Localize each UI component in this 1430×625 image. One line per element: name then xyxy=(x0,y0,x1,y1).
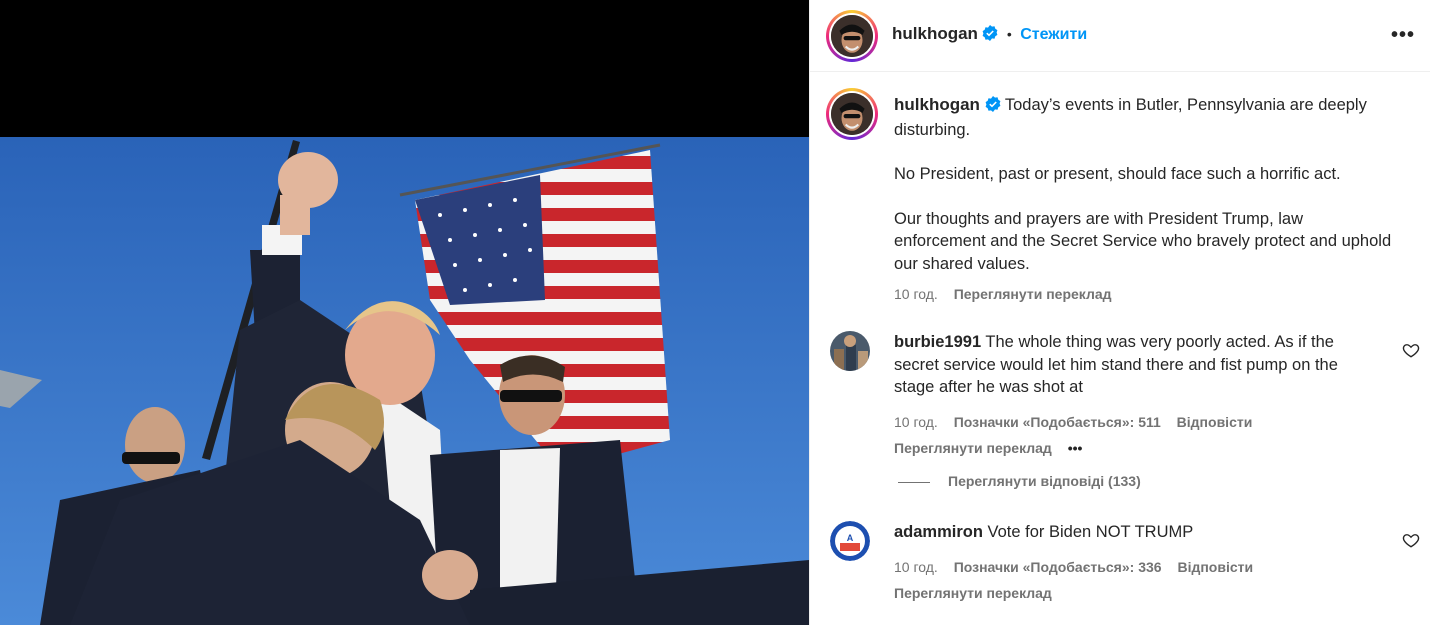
caption-text-2: No President, past or present, should fa… xyxy=(894,165,1341,183)
post-header: hulkhogan • Стежити ••• xyxy=(810,0,1430,72)
caption-text-3: Our thoughts and prayers are with Presid… xyxy=(894,209,1392,273)
comment-time[interactable]: 10 год. xyxy=(894,559,938,575)
reply-button[interactable]: Відповісти xyxy=(1177,414,1253,430)
commenter-username[interactable]: adammiron xyxy=(894,523,983,541)
commenter-avatar-image xyxy=(830,331,870,371)
caption-username[interactable]: hulkhogan xyxy=(894,95,980,114)
verified-badge-icon xyxy=(982,25,998,46)
comment-text: Vote for Biden NOT TRUMP xyxy=(987,523,1194,541)
comment-likes[interactable]: Позначки «Подобається»: 336 xyxy=(954,559,1162,575)
commenter-avatar[interactable] xyxy=(830,331,870,371)
heart-outline-icon[interactable] xyxy=(1402,531,1420,549)
post-media[interactable] xyxy=(0,0,809,625)
comment-see-translation[interactable]: Переглянути переклад xyxy=(894,585,1052,601)
commenter-avatar-image: A xyxy=(830,521,870,561)
comment-more-icon[interactable]: ••• xyxy=(1068,440,1083,456)
caption-avatar-image xyxy=(831,93,873,135)
comment-likes[interactable]: Позначки «Подобається»: 511 xyxy=(954,414,1161,430)
post-caption: hulkhogan Today’s events in Butler, Penn… xyxy=(894,94,1394,306)
post-sidebar: hulkhogan • Стежити ••• hulkhogan Today’… xyxy=(809,0,1430,625)
caption-see-translation[interactable]: Переглянути переклад xyxy=(954,286,1112,302)
post-photo xyxy=(0,0,809,625)
caption-avatar[interactable] xyxy=(826,88,878,140)
author-avatar-image xyxy=(831,15,873,57)
heart-outline-icon[interactable] xyxy=(1402,341,1420,359)
commenter-avatar[interactable]: A xyxy=(830,521,870,561)
separator-dot: • xyxy=(1006,26,1012,42)
follow-button[interactable]: Стежити xyxy=(1020,26,1087,43)
replies-divider xyxy=(898,481,930,483)
svg-text:A: A xyxy=(847,533,854,543)
comment-see-translation[interactable]: Переглянути переклад xyxy=(894,440,1052,456)
verified-badge-icon xyxy=(985,96,1001,119)
commenter-username[interactable]: burbie1991 xyxy=(894,333,981,351)
comment-time[interactable]: 10 год. xyxy=(894,414,938,430)
author-username[interactable]: hulkhogan xyxy=(892,24,978,43)
view-replies-button[interactable]: Переглянути відповіді (133) xyxy=(898,473,1141,489)
reply-button[interactable]: Відповісти xyxy=(1177,559,1253,575)
more-options-icon[interactable]: ••• xyxy=(1391,24,1415,47)
author-avatar[interactable] xyxy=(826,10,878,62)
caption-time[interactable]: 10 год. xyxy=(894,286,938,302)
view-replies-label: Переглянути відповіді (133) xyxy=(948,473,1141,489)
